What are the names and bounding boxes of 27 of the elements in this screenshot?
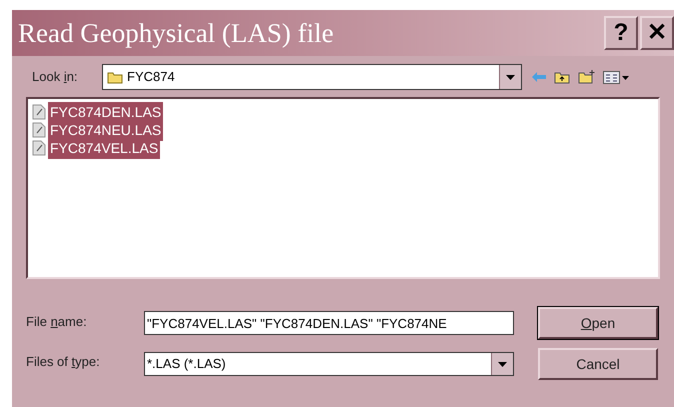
file-name-label: File name: xyxy=(26,313,88,332)
open-button[interactable]: Open xyxy=(538,307,658,339)
folder-icon xyxy=(107,70,123,84)
file-type-dropdown[interactable]: *.LAS (*.LAS) xyxy=(144,352,514,376)
dropdown-button[interactable] xyxy=(491,353,513,375)
file-name: FYC874DEN.LAS xyxy=(48,102,164,122)
file-icon xyxy=(32,104,46,120)
cancel-button[interactable]: Cancel xyxy=(538,348,658,380)
look-in-value: FYC874 xyxy=(127,68,175,86)
file-icon xyxy=(32,140,46,156)
file-item[interactable]: FYC874DEN.LAS xyxy=(32,103,658,121)
file-name-field[interactable]: "FYC874VEL.LAS" "FYC874DEN.LAS" "FYC874NE xyxy=(144,311,514,335)
file-item[interactable]: FYC874VEL.LAS xyxy=(32,139,658,157)
help-button[interactable]: ? xyxy=(604,16,638,50)
caret-icon xyxy=(498,362,507,366)
caret-icon xyxy=(506,74,515,80)
dropdown-button[interactable] xyxy=(499,65,521,89)
file-type-value: *.LAS (*.LAS) xyxy=(146,355,227,374)
close-button[interactable]: ✕ xyxy=(640,16,674,50)
look-in-dropdown[interactable]: FYC874 xyxy=(102,64,522,90)
window-title: Read Geophysical (LAS) file xyxy=(18,16,334,50)
up-folder-icon[interactable] xyxy=(554,70,570,84)
new-folder-icon[interactable] xyxy=(578,70,595,84)
view-menu-icon[interactable] xyxy=(603,70,629,84)
look-in-label: Look in: xyxy=(32,68,79,86)
file-icon xyxy=(32,122,46,138)
file-type-label: Files of type: xyxy=(26,353,101,372)
